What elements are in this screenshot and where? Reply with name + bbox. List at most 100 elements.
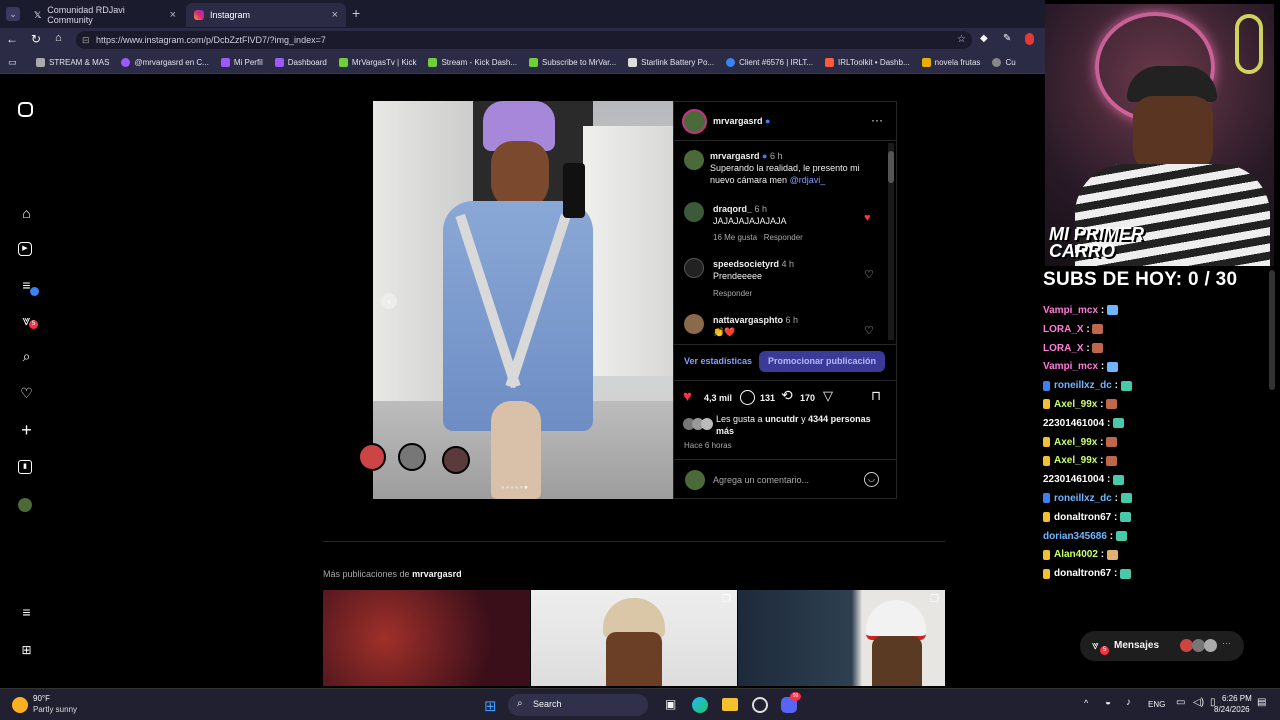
chat-username[interactable]: Axel_99x [1054, 399, 1097, 410]
close-tab-icon[interactable]: × [170, 9, 176, 21]
repost-icon[interactable]: ⟲ [781, 387, 793, 404]
stats-link[interactable]: Ver estadísticas [684, 356, 752, 366]
more-posts-user[interactable]: mrvargasrd [412, 569, 462, 579]
chat-username[interactable]: dorian345686 [1043, 531, 1107, 542]
reels-icon[interactable]: ▶ [18, 242, 32, 256]
create-icon[interactable]: + [18, 421, 35, 439]
more-menu-icon[interactable]: ≡ [18, 604, 35, 621]
tagged-user-avatar[interactable] [358, 443, 386, 471]
chat-username[interactable]: Alan4002 [1054, 549, 1098, 560]
profile-avatar[interactable] [18, 498, 32, 512]
commenter-avatar[interactable] [684, 202, 704, 222]
chat-username[interactable]: Axel_99x [1054, 437, 1097, 448]
extension-red-icon[interactable] [1025, 33, 1034, 45]
comment-input[interactable]: Agrega un comentario... [713, 475, 853, 485]
more-post-thumbnail[interactable] [323, 590, 530, 686]
chat-username[interactable]: Vampi_mcx [1043, 361, 1098, 372]
caption-author-avatar[interactable] [684, 150, 704, 170]
chat-username[interactable]: roneillxz_dc [1054, 493, 1112, 504]
bookmark-item[interactable]: novela frutas [921, 58, 980, 67]
bookmark-item[interactable]: STREAM & MAS [36, 58, 109, 67]
post-options-icon[interactable]: ··· [871, 113, 883, 127]
clock-time[interactable]: 6:26 PM [1222, 694, 1252, 703]
explorer-icon[interactable] [722, 698, 738, 711]
chat-username[interactable]: LORA_X [1043, 324, 1084, 335]
scrollbar-thumb[interactable] [888, 151, 894, 183]
task-view-icon[interactable]: ▣ [665, 697, 676, 711]
extension-icon[interactable]: ◆ [980, 33, 988, 44]
bookmark-item[interactable]: Stream - Kick Dash... [428, 58, 517, 67]
bookmark-item[interactable]: Cu [992, 58, 1016, 67]
comment-username[interactable]: draqord_ [713, 204, 752, 214]
apps-icon[interactable]: ⊞ [18, 642, 35, 659]
chat-username[interactable]: roneillxz_dc [1054, 380, 1112, 391]
bookmarks-menu-icon[interactable]: ▭ [8, 57, 17, 68]
reply-link[interactable]: Responder [764, 233, 803, 242]
tray-chevron-icon[interactable]: ^ [1084, 698, 1088, 708]
liked-heart-icon[interactable]: ♥ [864, 212, 871, 224]
post-image[interactable]: ‹ ●●●●●● [373, 101, 673, 499]
commenter-avatar[interactable] [684, 258, 704, 278]
language-indicator[interactable]: ENG [1148, 700, 1165, 709]
messages-pill[interactable]: ⩔ 5 Mensajes ··· [1080, 631, 1244, 661]
bookmark-item[interactable]: MrVargasTv | Kick [338, 58, 416, 67]
search-icon[interactable]: ⌕ [18, 348, 35, 365]
chat-username[interactable]: LORA_X [1043, 343, 1084, 354]
mic-icon[interactable]: ♪ [1126, 697, 1131, 708]
save-icon[interactable]: ⊓ [871, 388, 881, 404]
weather-temp[interactable]: 90°F [33, 694, 50, 703]
bookmark-item[interactable]: Client #6576 | IRLT... [726, 58, 813, 67]
heart-icon[interactable]: ♡ [18, 385, 35, 402]
clock-date[interactable]: 8/24/2026 [1214, 705, 1250, 714]
reload-icon[interactable]: ↻ [31, 32, 41, 46]
chat-username[interactable]: Vampi_mcx [1043, 305, 1098, 316]
start-icon[interactable]: ⊞ [484, 697, 497, 715]
chat-username[interactable]: donaltron67 [1054, 568, 1111, 579]
like-button[interactable]: ♥ [683, 388, 692, 405]
share-icon[interactable]: ▽ [823, 388, 833, 404]
emoji-icon[interactable]: ◡ [864, 472, 879, 487]
tab-community[interactable]: 𝕏 Comunidad RDJavi Community × [26, 3, 184, 27]
edge-icon[interactable] [692, 697, 708, 713]
comment-icon[interactable] [740, 390, 755, 405]
bookmark-item[interactable]: Starlink Battery Po... [628, 58, 714, 67]
close-tab-icon[interactable]: × [332, 9, 338, 21]
caption-username[interactable]: mrvargasrd [710, 151, 760, 161]
url-field[interactable]: ⊟ https://www.instagram.com/p/DcbZztFlVD… [76, 31, 972, 49]
instagram-logo-icon[interactable] [18, 102, 33, 117]
back-icon[interactable]: ← [6, 32, 18, 46]
more-post-thumbnail[interactable]: ❐ [531, 590, 737, 686]
liked-by-user[interactable]: uncutdr [765, 414, 799, 424]
tab-instagram[interactable]: Instagram × [186, 3, 346, 27]
chat-username[interactable]: 22301461004 [1043, 474, 1104, 485]
commenter-avatar[interactable] [684, 314, 704, 334]
bookmark-item[interactable]: Subscribe to MrVar... [529, 58, 616, 67]
volume-icon[interactable]: ◁) [1193, 697, 1204, 708]
home-icon[interactable]: ⌂ [18, 205, 35, 222]
chat-username[interactable]: 22301461004 [1043, 418, 1104, 429]
notification-icon[interactable]: ▤ [1257, 697, 1266, 708]
obs-icon[interactable] [752, 697, 768, 713]
tagged-user-avatar[interactable] [398, 443, 426, 471]
dashboard-icon[interactable]: ▮ [18, 460, 32, 474]
weather-desc[interactable]: Partly sunny [33, 705, 77, 714]
caption-mention[interactable]: @rdjavi_ [790, 175, 826, 185]
reply-link[interactable]: Responder [713, 289, 752, 298]
star-icon[interactable]: ☆ [957, 31, 966, 49]
bookmark-item[interactable]: Mi Perfil [220, 58, 263, 67]
like-heart-icon[interactable]: ♡ [864, 324, 874, 337]
prev-image-button[interactable]: ‹ [381, 293, 397, 309]
chat-username[interactable]: donaltron67 [1054, 512, 1111, 523]
new-tab-button[interactable]: + [352, 5, 360, 21]
pen-icon[interactable]: ✎ [1003, 33, 1011, 44]
comment-username[interactable]: nattavargasphto [713, 315, 783, 325]
tab-list-icon[interactable]: ⌄ [6, 7, 20, 21]
comments-scrollbar[interactable] [888, 143, 894, 340]
network-icon[interactable]: ◒ [1105, 697, 1111, 708]
comment-username[interactable]: speedsocietyrd [713, 259, 779, 269]
wifi-icon[interactable]: ▭ [1176, 697, 1185, 708]
page-scrollbar[interactable] [1269, 270, 1275, 390]
like-count[interactable]: 4,3 mil [704, 393, 732, 403]
bookmark-item[interactable]: IRLToolkit • Dashb... [825, 58, 910, 67]
more-post-thumbnail[interactable]: ❐ [738, 590, 945, 686]
